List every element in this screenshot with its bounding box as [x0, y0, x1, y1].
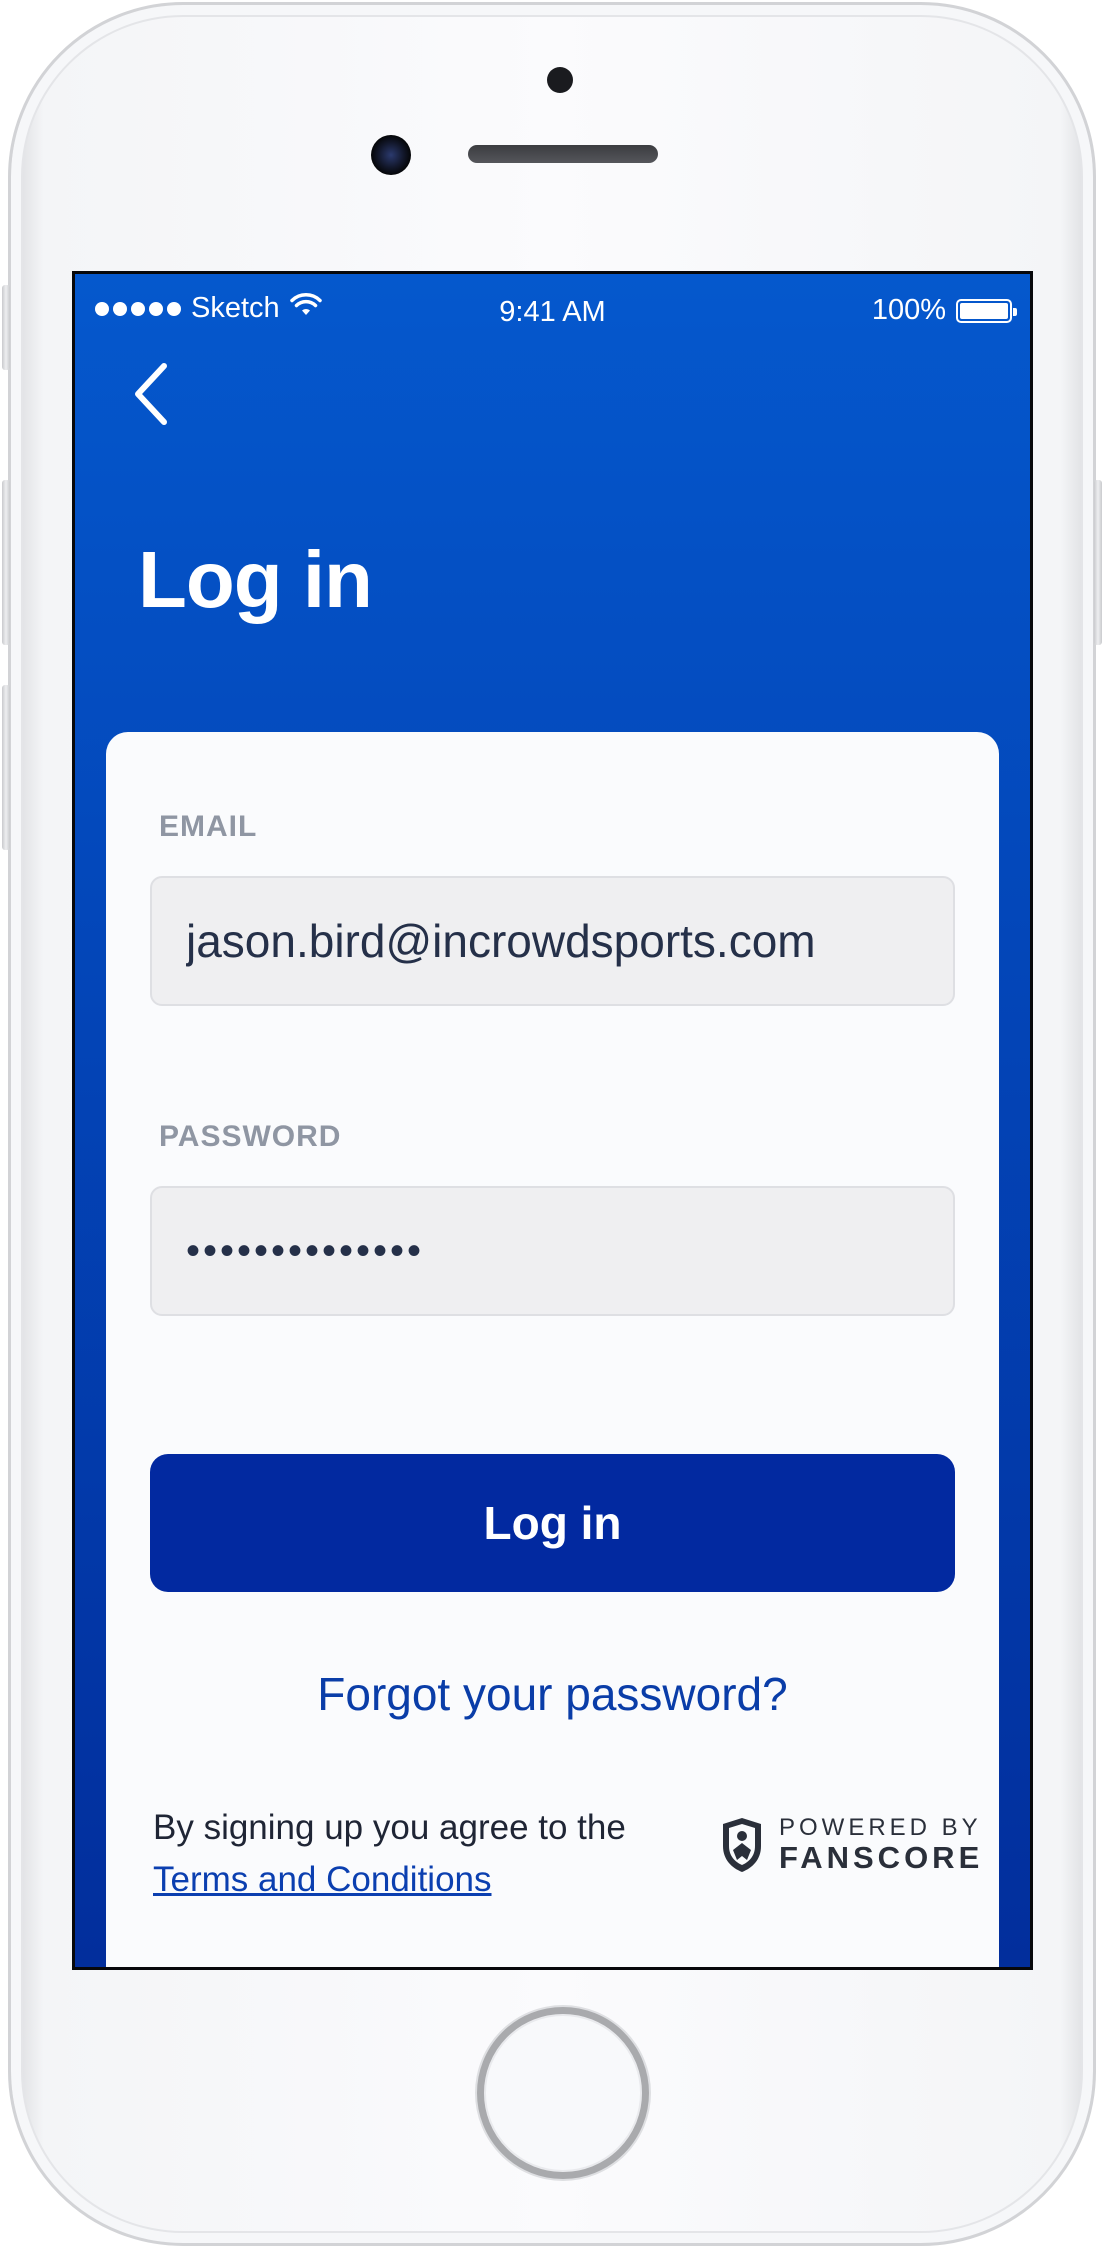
brand-name: FANSCORE [779, 1840, 984, 1876]
proximity-sensor [547, 67, 573, 93]
powered-by-badge: POWERED BY FANSCORE [719, 1814, 984, 1876]
terms-and-conditions-link[interactable]: Terms and Conditions [153, 1854, 626, 1906]
terms-notice: By signing up you agree to the Terms and… [153, 1802, 626, 1906]
page-title: Log in [138, 535, 373, 624]
email-field[interactable] [150, 876, 955, 1006]
login-card: EMAIL PASSWORD Log in Forgot your passwo… [106, 732, 999, 1967]
password-label: PASSWORD [159, 1120, 342, 1153]
earpiece-speaker [468, 145, 658, 163]
powered-by-label: POWERED BY [779, 1814, 982, 1841]
powered-by-text: POWERED BY FANSCORE [779, 1814, 984, 1876]
status-right: 100% [871, 294, 1017, 327]
email-label: EMAIL [159, 810, 258, 843]
fanscore-shield-icon [723, 1818, 761, 1873]
home-button[interactable] [477, 2007, 649, 2179]
volume-up-button [2, 480, 10, 645]
status-bar: Sketch 9:41 AM 100% [75, 274, 1030, 334]
battery-percent: 100% [871, 294, 946, 326]
power-button [1094, 480, 1102, 645]
password-field[interactable] [150, 1186, 955, 1316]
app-screen: Sketch 9:41 AM 100% Log in EMAIL jason.b… [72, 271, 1033, 1970]
login-button[interactable]: Log in [150, 1454, 955, 1592]
front-camera [371, 135, 411, 175]
forgot-password-link[interactable]: Forgot your password? [106, 1667, 999, 1721]
terms-prefix: By signing up you agree to the [153, 1808, 626, 1847]
silent-switch [2, 285, 10, 370]
back-button[interactable] [130, 354, 190, 434]
volume-down-button [2, 685, 10, 850]
chevron-left-icon [135, 363, 167, 425]
battery-icon [956, 298, 1017, 323]
